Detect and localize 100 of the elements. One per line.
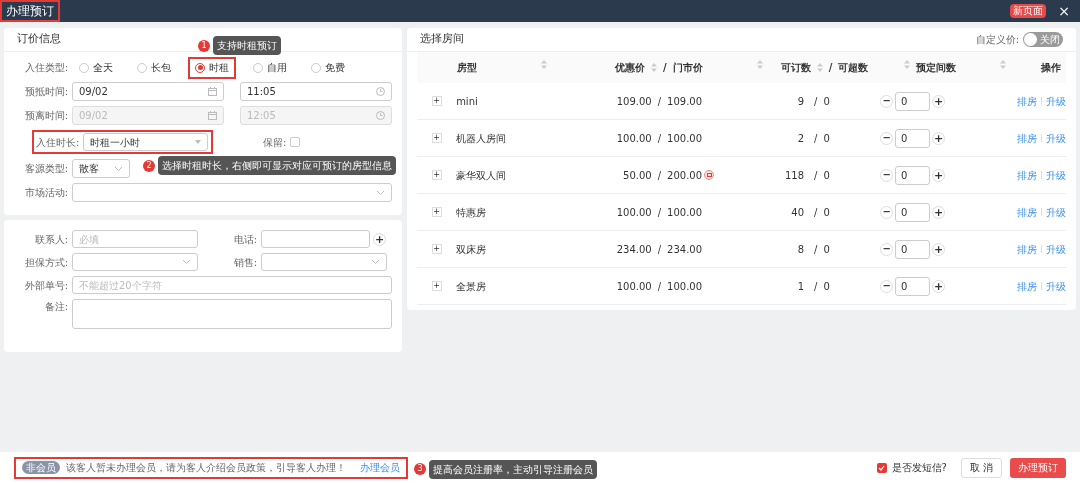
callout-number: 1: [198, 39, 210, 52]
slash: /: [656, 205, 663, 220]
contact-field[interactable]: 必填: [72, 230, 198, 248]
duration-select[interactable]: 时租一小时: [83, 133, 208, 151]
time-field[interactable]: 11:05: [240, 82, 392, 101]
room-count-field[interactable]: 0: [895, 202, 931, 222]
action-link[interactable]: 排房: [1017, 204, 1037, 220]
action-link[interactable]: 排房: [1017, 241, 1037, 257]
calendar-icon: [208, 87, 217, 96]
remark-field[interactable]: [72, 299, 392, 329]
rack-price-cell-text: 109.00: [667, 94, 703, 109]
slash: /: [814, 94, 818, 109]
clock-icon: [376, 87, 385, 96]
rack-price-cell-text: 100.00: [667, 205, 703, 220]
phone-field[interactable]: [261, 230, 370, 248]
field-label: 外部单号:: [23, 278, 69, 293]
field-label: 客源类型:: [23, 162, 69, 176]
chevron-down-icon: [182, 259, 191, 265]
sort-icon: [541, 60, 547, 69]
submit-button[interactable]: 办理预订: [1010, 457, 1066, 478]
slash: /: [656, 168, 663, 183]
section-title: 选择房间: [420, 31, 464, 48]
sort-icon: [651, 63, 657, 72]
room-count-field[interactable]: 0: [895, 91, 931, 111]
field-label: 市场活动:: [23, 186, 69, 200]
date-field[interactable]: 09/02: [72, 82, 224, 101]
field-label: 保留:: [263, 135, 287, 150]
overbook-cell-text: 0: [822, 131, 831, 146]
callout-tooltip: 提高会员注册率，主动引导注册会员: [429, 459, 597, 479]
column-header: 优惠价: [615, 61, 645, 75]
overbook-cell-text: 0: [822, 279, 831, 294]
action-link[interactable]: 排房: [1017, 167, 1037, 183]
section-title: 订价信息: [17, 31, 61, 48]
rack-price-cell-text: 200.00: [667, 168, 703, 183]
radio-option[interactable]: 全天: [72, 56, 120, 79]
promo-price-cell-text: 50.00: [622, 168, 652, 183]
available-cell-text: 40: [790, 205, 805, 220]
room-type-cell-text: 特惠房: [456, 205, 488, 220]
expand-button[interactable]: +: [431, 133, 442, 143]
available-cell-text: 1: [796, 279, 805, 294]
window-title: 办理预订: [0, 0, 60, 22]
promo-price-cell-text: 109.00: [615, 94, 652, 109]
radio-option[interactable]: 免费: [304, 56, 352, 79]
sms-checkbox[interactable]: [876, 462, 887, 473]
chevron-down-icon: [114, 165, 123, 172]
action-link[interactable]: 升级: [1046, 167, 1066, 183]
campaign-select[interactable]: [72, 183, 392, 202]
reserve-checkbox[interactable]: [290, 137, 301, 147]
action-link[interactable]: 升级: [1046, 241, 1066, 257]
close-button[interactable]: ×: [1058, 4, 1070, 18]
radio-option[interactable]: 自用: [246, 56, 294, 79]
room-count-field[interactable]: 0: [895, 239, 931, 259]
field-label: 预抵时间:: [23, 85, 69, 99]
expand-button[interactable]: +: [431, 244, 442, 254]
action-link[interactable]: 升级: [1046, 93, 1066, 109]
expand-button[interactable]: +: [431, 96, 442, 106]
action-link[interactable]: 排房: [1017, 278, 1037, 294]
action-link[interactable]: 排房: [1017, 93, 1037, 109]
expand-button[interactable]: +: [431, 281, 442, 291]
slash: /: [814, 205, 818, 220]
overbook-cell-text: 0: [822, 168, 831, 183]
rack-price-cell-text: 234.00: [667, 242, 703, 257]
field-label: 担保方式:: [23, 255, 69, 270]
slash: /: [656, 131, 663, 146]
room-count-field[interactable]: 0: [895, 276, 931, 296]
action-link[interactable]: 升级: [1046, 278, 1066, 294]
field-label: 自定义价:: [975, 33, 1019, 47]
column-header: 预定间数: [915, 61, 958, 75]
new-page-button[interactable]: 新页面: [1010, 4, 1047, 18]
action-link[interactable]: 排房: [1017, 130, 1037, 146]
cancel-button[interactable]: 取 消: [960, 457, 1002, 478]
register-member-link[interactable]: 办理会员: [360, 460, 400, 475]
expand-button[interactable]: +: [431, 170, 442, 180]
callout-number: 2: [143, 159, 155, 172]
action-link[interactable]: 升级: [1046, 204, 1066, 220]
field-label: 电话:: [232, 232, 258, 247]
expand-button[interactable]: +: [431, 207, 442, 217]
source-select[interactable]: 散客: [72, 159, 130, 178]
sort-icon: [816, 63, 823, 72]
column-header: 可超数: [838, 62, 869, 73]
field-label: 备注:: [43, 300, 69, 314]
sort-icon: [756, 60, 763, 69]
room-count-field[interactable]: 0: [895, 128, 931, 148]
available-cell-text: 2: [796, 131, 805, 146]
room-count-field[interactable]: 0: [895, 165, 931, 185]
promo-price-cell-text: 100.00: [615, 205, 652, 220]
clock-icon: [376, 111, 385, 120]
radio-option[interactable]: 时租: [188, 56, 236, 79]
sales-select[interactable]: [261, 253, 387, 271]
room-type-cell-text: 机器人房间: [456, 131, 508, 146]
action-link[interactable]: 升级: [1046, 130, 1066, 146]
slash: /: [814, 168, 818, 183]
field-label: 联系人:: [33, 232, 69, 247]
column-header: 可订数: [780, 61, 811, 75]
guarantee-select[interactable]: [72, 253, 198, 271]
sort-icon: [1000, 60, 1007, 69]
calendar-icon: [208, 111, 217, 120]
rack-price-cell-text: 100.00: [667, 131, 703, 146]
radio-option[interactable]: 长包: [130, 56, 178, 79]
callout-number: 3: [414, 463, 426, 475]
